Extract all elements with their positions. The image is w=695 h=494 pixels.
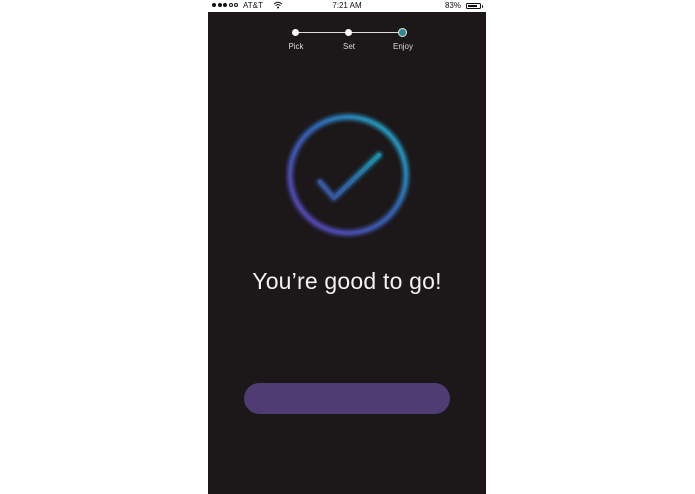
checkmark-circle-icon	[285, 111, 413, 239]
app-screen: AT&T 7:21 AM 83% Pick Set Enjoy You’re g…	[208, 0, 486, 494]
continue-button[interactable]	[244, 383, 450, 414]
success-headline: You’re good to go!	[252, 268, 442, 294]
step-label-enjoy: Enjoy	[392, 42, 413, 51]
stepper-line	[296, 32, 349, 33]
stepper-line	[349, 32, 403, 33]
step-dot-pick	[292, 29, 299, 36]
step-dot-set	[345, 29, 352, 36]
step-label-pick: Pick	[288, 42, 304, 51]
step-label-set: Set	[342, 42, 355, 51]
progress-stepper: Pick Set Enjoy	[208, 0, 486, 60]
step-dot-enjoy	[398, 28, 407, 37]
